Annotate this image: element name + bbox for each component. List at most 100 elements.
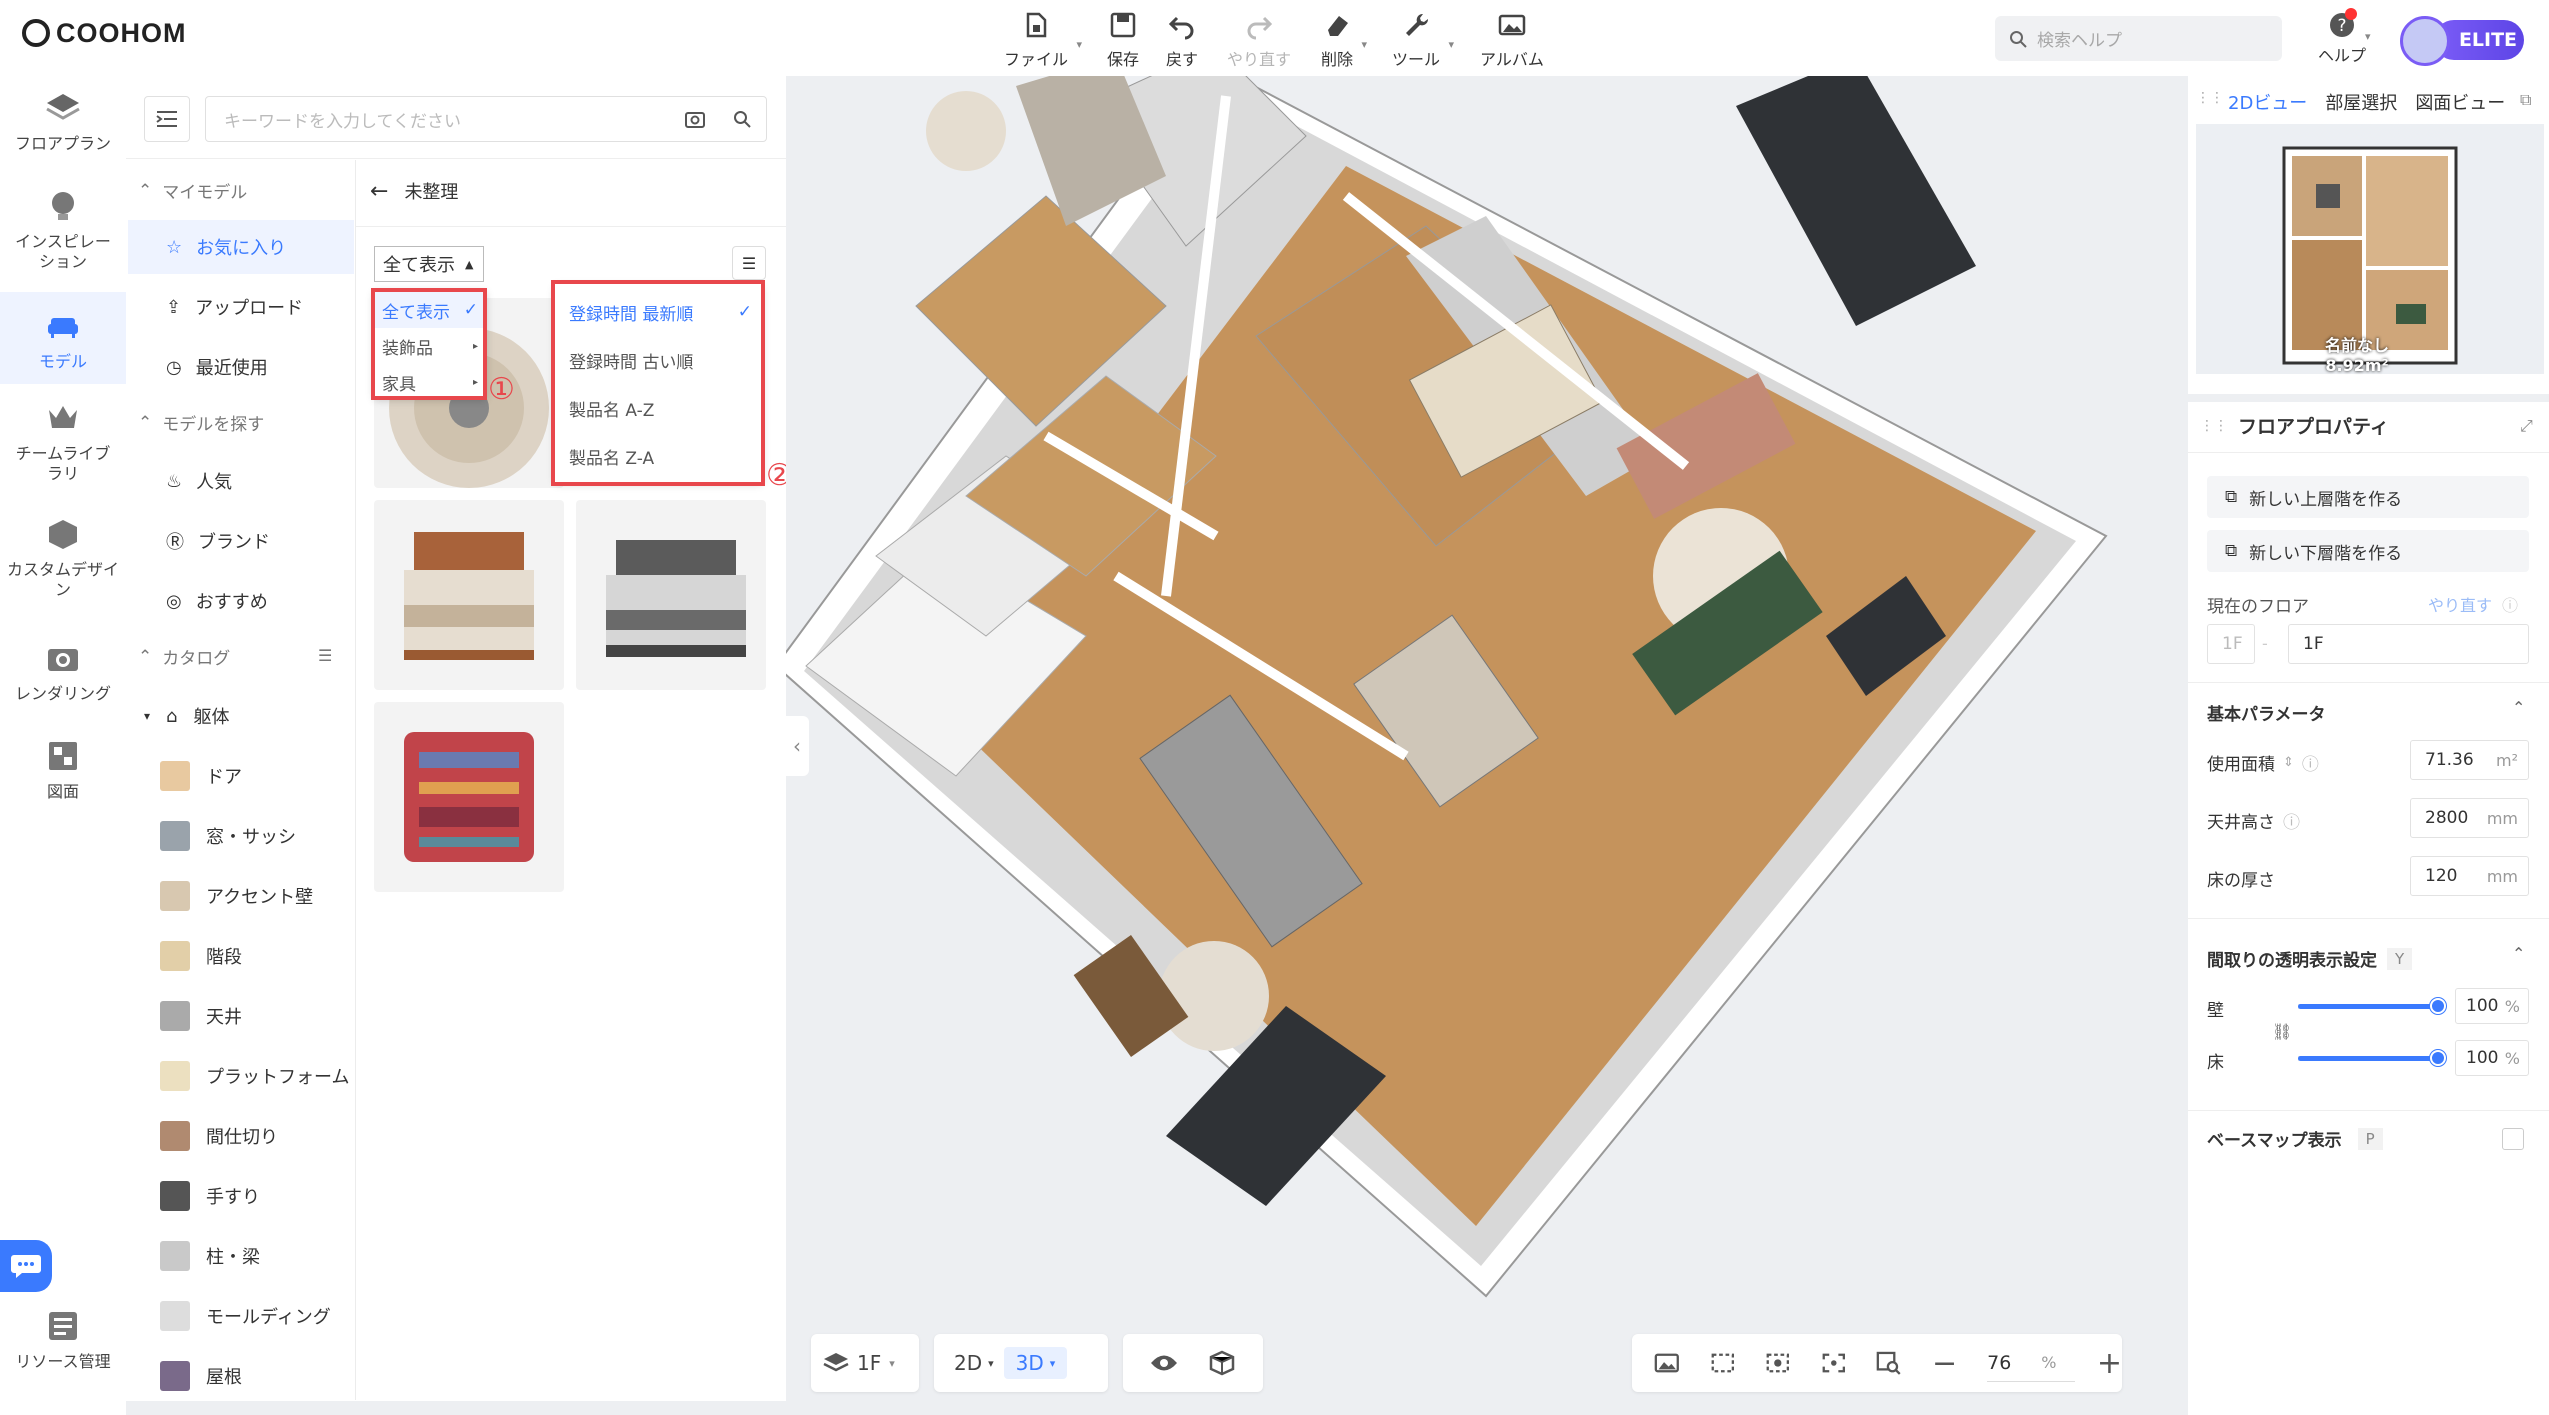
tab-2d-view[interactable]: 2Dビュー <box>2228 89 2307 115</box>
tab-room-select[interactable]: 部屋選択 <box>2325 89 2397 115</box>
nav-popular[interactable]: ♨ 人気 <box>128 454 354 508</box>
save-button[interactable]: 保存 <box>1107 10 1139 70</box>
product-card-gray-bed[interactable] <box>576 500 766 690</box>
image-search-icon[interactable] <box>685 110 705 132</box>
settings-frame-icon[interactable] <box>1765 1351 1791 1375</box>
rail-item-drawing[interactable]: 図面 <box>0 738 126 802</box>
my-models-header[interactable]: ⌃ マイモデル <box>138 178 247 204</box>
rail-item-resource[interactable]: リソース管理 <box>0 1308 126 1372</box>
sort-option-name-desc[interactable]: 製品名 Z-A <box>555 436 762 476</box>
catalog-item-molding[interactable]: モールディング <box>160 1296 331 1336</box>
filter-option-decor[interactable]: 装飾品 ▸ <box>374 328 486 364</box>
focus-icon[interactable] <box>1821 1351 1847 1375</box>
catalog-item-roof[interactable]: 屋根 <box>160 1356 242 1396</box>
undo-button[interactable]: 戻す <box>1166 10 1198 70</box>
sort-button[interactable]: ☰ <box>732 246 766 280</box>
catalog-filter-icon[interactable]: ☰ <box>318 646 332 665</box>
area-input[interactable]: 71.36 m² <box>2410 740 2529 780</box>
product-card-cushion[interactable] <box>374 702 564 892</box>
chat-button[interactable] <box>0 1240 52 1292</box>
rail-item-rendering[interactable]: レンダリング <box>0 640 126 704</box>
filter-select[interactable]: 全て表示 ▲ <box>374 246 484 282</box>
wall-slider-track[interactable] <box>2298 1004 2438 1009</box>
catalog-item-column[interactable]: 柱・梁 <box>160 1236 260 1276</box>
help-caret-icon: ▾ <box>2365 30 2371 43</box>
catalog-item-stairs[interactable]: 階段 <box>160 936 242 976</box>
zoom-in-button[interactable]: + <box>2097 1346 2122 1381</box>
sort-option-newest[interactable]: 登録時間 最新順 ✓ <box>555 292 762 332</box>
floor-slider-track[interactable] <box>2298 1056 2438 1061</box>
filter-option-furniture[interactable]: 家具 ▸ <box>374 364 486 400</box>
popout-icon[interactable]: ⧉ <box>2520 90 2531 110</box>
rail-item-custom-design[interactable]: カスタムデザイン <box>0 516 126 600</box>
new-lower-floor-button[interactable]: ⧉ 新しい下層階を作る <box>2207 530 2529 572</box>
drag-handle-icon[interactable]: ⋮⋮ <box>2196 90 2224 106</box>
catalog-item-ceiling[interactable]: 天井 <box>160 996 242 1036</box>
collapse-icon[interactable]: ⌃ <box>2512 944 2525 963</box>
catalog-item-accent-wall[interactable]: アクセント壁 <box>160 876 313 916</box>
floor-name-input[interactable]: 1F <box>2288 624 2529 664</box>
new-upper-floor-button[interactable]: ⧉ 新しい上層階を作る <box>2207 476 2529 518</box>
transparency-header[interactable]: 間取りの透明表示設定 Y <box>2207 946 2413 971</box>
zoom-fit-icon[interactable] <box>1876 1350 1902 1376</box>
catalog-item-partition[interactable]: 間仕切り <box>160 1116 278 1156</box>
rail-item-inspiration[interactable]: インスピレーション <box>0 188 126 272</box>
nav-brand[interactable]: Ⓡ ブランド <box>128 514 354 568</box>
redo-button[interactable]: やり直す <box>1227 10 1291 70</box>
back-button[interactable]: ← 未整理 <box>370 178 458 204</box>
rail-item-floorplan[interactable]: フロアプラン <box>0 90 126 154</box>
app-logo[interactable]: COOHOM <box>22 18 187 49</box>
help-button[interactable]: ? ヘルプ <box>2318 12 2366 66</box>
catalog-header[interactable]: ⌃ カタログ <box>138 644 230 670</box>
nav-recommended[interactable]: ◎ おすすめ <box>128 574 354 628</box>
catalog-group-structure[interactable]: ▾ ⌂ 躯体 <box>144 696 229 736</box>
collapse-icon[interactable]: ⌃ <box>2512 698 2525 717</box>
rail-item-model[interactable]: モデル <box>0 292 126 384</box>
delete-button[interactable]: 削除 ▾ <box>1321 10 1367 70</box>
tab-drawing-view[interactable]: 図面ビュー <box>2415 89 2505 115</box>
sort-option-name-asc[interactable]: 製品名 A-Z <box>555 388 762 428</box>
file-menu-button[interactable]: ファイル ▾ <box>1004 10 1082 70</box>
wall-slider-knob[interactable] <box>2430 998 2446 1014</box>
rail-item-team-library[interactable]: チームライブラリ <box>0 400 126 484</box>
floor-slider-knob[interactable] <box>2430 1050 2446 1066</box>
zoom-input[interactable]: 76% <box>1987 1344 2075 1382</box>
sort-option-oldest[interactable]: 登録時間 古い順 <box>555 340 762 380</box>
link-icon[interactable]: ⛓ <box>2272 1022 2292 1041</box>
cube-icon[interactable] <box>1209 1350 1235 1376</box>
basic-params-header[interactable]: 基本パラメータ <box>2207 700 2326 725</box>
catalog-item-platform[interactable]: プラットフォーム <box>160 1056 349 1096</box>
ceiling-height-input[interactable]: 2800 mm <box>2410 798 2529 838</box>
nav-upload[interactable]: ⇪ アップロード <box>128 280 354 334</box>
mode-2d-button[interactable]: 2D ▾ <box>954 1351 994 1375</box>
wall-opacity-input[interactable]: 100% <box>2455 988 2529 1024</box>
basemap-checkbox[interactable] <box>2502 1128 2524 1150</box>
floor-selector[interactable]: 1F ▾ <box>811 1334 919 1392</box>
mode-3d-button[interactable]: 3D ▾ <box>1003 1347 1068 1379</box>
catalog-item-door[interactable]: ドア <box>160 756 242 796</box>
expand-icon[interactable]: ⤢ <box>2520 416 2533 436</box>
avatar[interactable] <box>2400 16 2450 66</box>
zoom-out-button[interactable]: − <box>1932 1346 1957 1381</box>
album-button[interactable]: アルバム <box>1480 10 1544 70</box>
find-models-header[interactable]: ⌃ モデルを探す <box>138 410 264 436</box>
collapse-library-button[interactable]: ‹ <box>785 716 809 776</box>
3d-viewport[interactable] <box>786 76 2186 1415</box>
filter-option-all[interactable]: 全て表示 ✓ <box>374 292 486 328</box>
help-search-input[interactable]: 検索ヘルプ <box>1995 16 2282 61</box>
eye-icon[interactable] <box>1149 1352 1179 1374</box>
collapse-menu-button[interactable] <box>144 96 190 142</box>
frame-select-icon[interactable] <box>1710 1351 1736 1375</box>
tools-menu-button[interactable]: ツール ▾ <box>1392 10 1454 70</box>
model-search-input[interactable]: キーワードを入力してください <box>205 96 767 142</box>
image-icon[interactable] <box>1654 1351 1680 1375</box>
floor-thickness-input[interactable]: 120 mm <box>2410 856 2529 896</box>
catalog-item-window[interactable]: 窓・サッシ <box>160 816 296 856</box>
product-card-wood-bed[interactable] <box>374 500 564 690</box>
catalog-item-handrail[interactable]: 手すり <box>160 1176 260 1216</box>
floor-redo-link[interactable]: やり直す ⓘ <box>2428 592 2518 616</box>
search-icon[interactable] <box>733 110 751 132</box>
nav-recent[interactable]: ◷ 最近使用 <box>128 340 354 394</box>
nav-favorites[interactable]: ☆ お気に入り <box>128 220 354 274</box>
floor-opacity-input[interactable]: 100% <box>2455 1040 2529 1076</box>
